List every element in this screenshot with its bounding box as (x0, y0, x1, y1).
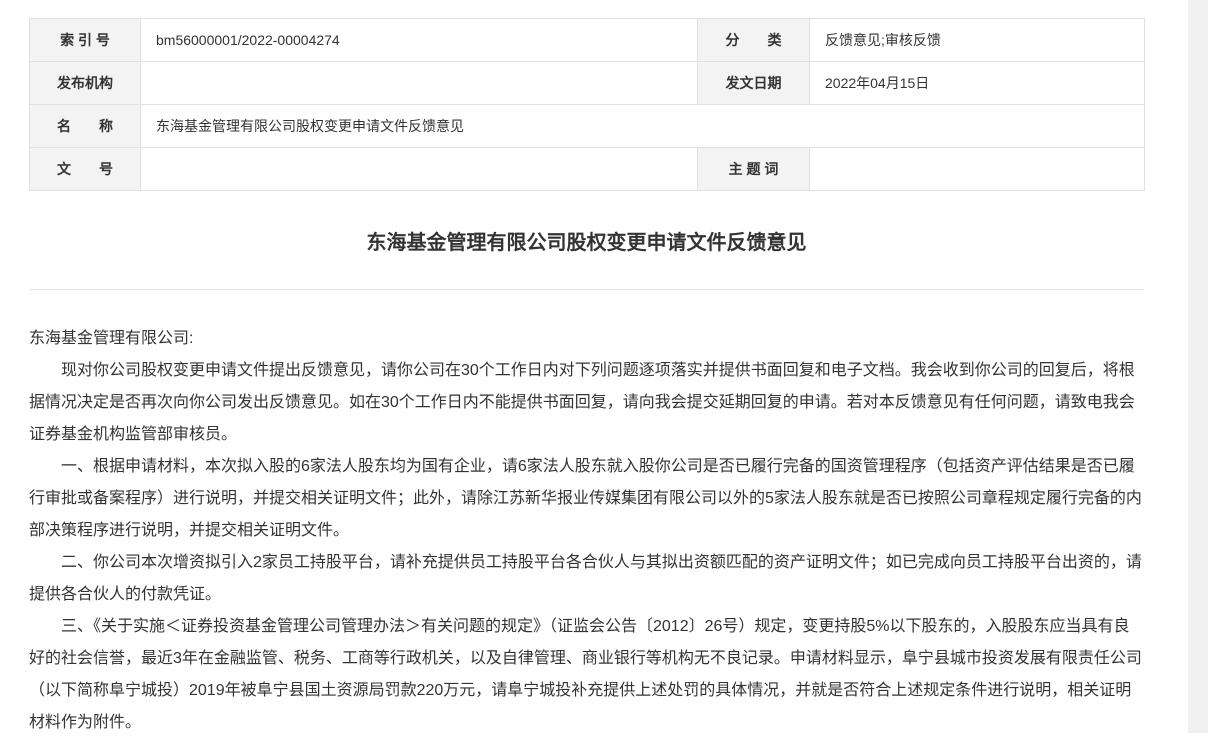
metadata-row: 发布机构 发文日期 2022年04月15日 (29, 61, 1145, 105)
body-paragraph: 现对你公司股权变更申请文件提出反馈意见，请你公司在30个工作日内对下列问题逐项落… (29, 362, 1135, 443)
issue-date-value: 2022年04月15日 (809, 61, 1145, 105)
keywords-label: 主 题 词 (697, 147, 810, 191)
metadata-row: 文 号 主 题 词 (29, 147, 1145, 191)
issuer-value (140, 61, 698, 105)
body-paragraph: 三、《关于实施＜证券投资基金管理公司管理办法＞有关问题的规定》（证监会公告〔20… (29, 618, 1142, 731)
name-value: 东海基金管理有限公司股权变更申请文件反馈意见 (140, 104, 1145, 148)
category-value: 反馈意见;审核反馈 (809, 18, 1145, 62)
metadata-row: 名 称 东海基金管理有限公司股权变更申请文件反馈意见 (29, 104, 1145, 148)
name-label: 名 称 (29, 104, 141, 148)
document-page: 索 引 号 bm56000001/2022-00004274 分 类 反馈意见;… (29, 18, 1145, 739)
scrollbar-track[interactable] (1188, 0, 1208, 733)
index-number-value: bm56000001/2022-00004274 (140, 18, 698, 62)
keywords-value (809, 147, 1145, 191)
body-paragraph: 一、根据申请材料，本次拟入股的6家法人股东均为国有企业，请6家法人股东就入股你公… (29, 458, 1142, 539)
metadata-row: 索 引 号 bm56000001/2022-00004274 分 类 反馈意见;… (29, 18, 1145, 62)
document-title: 东海基金管理有限公司股权变更申请文件反馈意见 (366, 232, 807, 254)
category-label: 分 类 (697, 18, 810, 62)
metadata-table: 索 引 号 bm56000001/2022-00004274 分 类 反馈意见;… (29, 18, 1145, 191)
document-number-label: 文 号 (29, 147, 141, 191)
salutation: 东海基金管理有限公司: (29, 330, 194, 347)
issuer-label: 发布机构 (29, 61, 141, 105)
document-body: 东海基金管理有限公司: 现对你公司股权变更申请文件提出反馈意见，请你公司在30个… (29, 323, 1144, 739)
issue-date-label: 发文日期 (697, 61, 810, 105)
body-paragraph: 二、你公司本次增资拟引入2家员工持股平台，请补充提供员工持股平台各合伙人与其拟出… (29, 554, 1142, 603)
index-number-label: 索 引 号 (29, 18, 141, 62)
document-number-value (140, 147, 698, 191)
title-divider (29, 289, 1144, 290)
